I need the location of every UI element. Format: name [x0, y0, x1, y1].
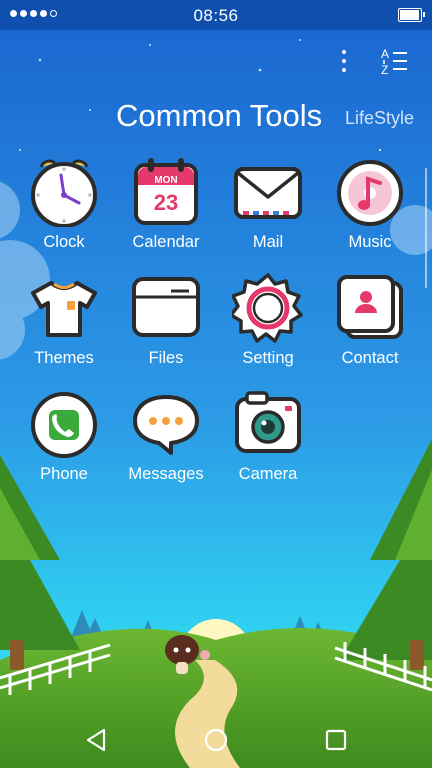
status-bar: 08:56: [0, 0, 432, 30]
navigation-bar: [0, 710, 432, 768]
clock-icon: [31, 159, 97, 227]
svg-text:23: 23: [154, 190, 178, 215]
app-phone[interactable]: Phone: [14, 387, 114, 497]
folder-icon: [132, 277, 200, 337]
app-label: Themes: [34, 349, 94, 367]
app-camera[interactable]: Camera: [218, 387, 318, 497]
mail-icon: [234, 167, 302, 219]
app-label: Messages: [128, 465, 204, 483]
recents-icon: [325, 729, 347, 751]
scroll-indicator: [425, 168, 427, 288]
folder-header: Common Tools LifeStyle: [116, 96, 426, 140]
status-time: 08:56: [193, 6, 239, 25]
app-calendar[interactable]: MON 23 Calendar: [116, 155, 216, 265]
back-icon: [86, 728, 106, 752]
back-button[interactable]: [82, 726, 110, 754]
app-label: Contact: [341, 349, 399, 367]
home-button[interactable]: [202, 726, 230, 754]
svg-text:A: A: [381, 47, 389, 61]
sort-az-icon: A Z: [381, 47, 407, 77]
folder-tab-lifestyle[interactable]: LifeStyle: [345, 108, 414, 129]
app-label: Clock: [43, 233, 85, 251]
calendar-icon: MON 23: [134, 158, 198, 225]
app-label: Music: [348, 233, 392, 251]
sort-az-button[interactable]: A Z: [375, 44, 409, 78]
app-files[interactable]: Files: [116, 271, 216, 381]
tshirt-icon: [31, 281, 97, 337]
home-icon: [204, 728, 228, 752]
recents-button[interactable]: [322, 726, 350, 754]
svg-text:MON: MON: [154, 175, 177, 186]
app-mail[interactable]: Mail: [218, 155, 318, 265]
more-options-button[interactable]: [327, 44, 361, 78]
app-label: Phone: [40, 465, 88, 483]
app-clock[interactable]: Clock: [14, 155, 114, 265]
svg-text:Z: Z: [381, 63, 388, 77]
app-setting[interactable]: Setting: [218, 271, 318, 381]
app-label: Camera: [238, 465, 298, 483]
battery-icon: [398, 8, 425, 22]
app-label: Calendar: [132, 233, 200, 251]
app-label: Mail: [252, 233, 284, 251]
app-messages[interactable]: Messages: [116, 387, 216, 497]
page-title: Common Tools: [116, 98, 323, 133]
chat-icon: [133, 395, 199, 455]
camera-icon: [235, 391, 301, 453]
gear-icon: [232, 273, 303, 343]
app-themes[interactable]: Themes: [14, 271, 114, 381]
phone-icon: [31, 392, 97, 458]
music-icon: [337, 160, 403, 226]
app-label: Files: [148, 349, 184, 367]
app-label: Setting: [242, 349, 294, 367]
app-music[interactable]: Music: [320, 155, 420, 265]
app-contact[interactable]: Contact: [320, 271, 420, 381]
contact-icon: [337, 275, 403, 339]
